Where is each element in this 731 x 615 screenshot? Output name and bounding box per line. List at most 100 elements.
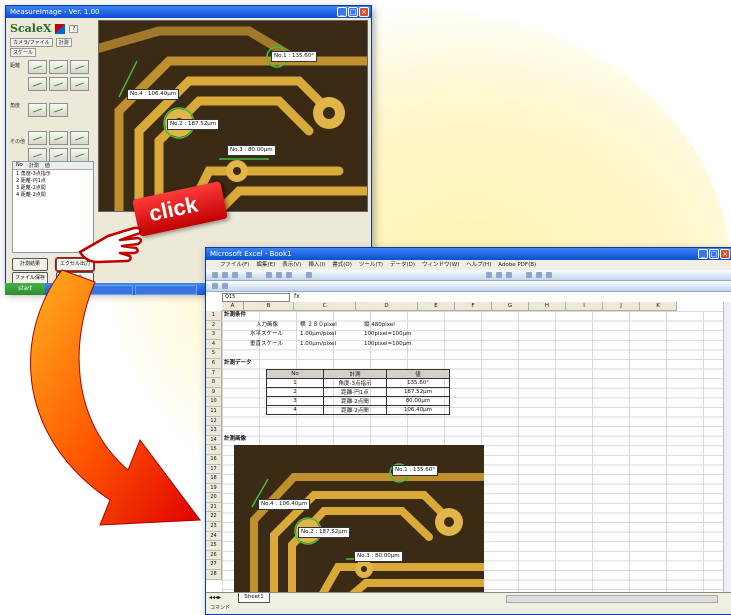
row-header[interactable]: 20	[206, 493, 222, 503]
column-header[interactable]: H	[529, 302, 566, 311]
sheet-nav-arrows-icon[interactable]: ◂◂◂▸	[209, 594, 221, 601]
embedded-pcb-image[interactable]: No.1 : 135.60° No.2 : 187.52μm No.3 : 80…	[234, 445, 484, 592]
row-header[interactable]: 19	[206, 483, 222, 494]
condition-label: 垂直スケール	[250, 341, 284, 347]
cut-icon[interactable]	[266, 272, 272, 278]
row-header[interactable]: 5	[206, 349, 222, 359]
row-header[interactable]: 17	[206, 464, 222, 475]
row-header[interactable]: 23	[206, 522, 222, 532]
row-header[interactable]: 7	[206, 368, 222, 379]
menu-insert[interactable]: 挿入(I)	[308, 260, 325, 270]
open-icon[interactable]	[222, 272, 228, 278]
table-cell: 角度-3点指示	[323, 378, 387, 388]
menu-edit[interactable]: 編集(E)	[256, 260, 275, 270]
column-header[interactable]: G	[492, 302, 529, 311]
row-header[interactable]: 18	[206, 474, 222, 484]
menu-format[interactable]: 書式(O)	[332, 260, 352, 270]
column-header[interactable]: F	[455, 302, 492, 311]
row-header[interactable]: 6	[206, 358, 222, 369]
cell-grid[interactable]: 計測条件 入力画像 横 ２８０pixel 縦 480pixel 水平スケール 1…	[222, 311, 724, 592]
excel-titlebar: Microsoft Excel - Book1 _ □ ×	[206, 248, 731, 260]
row-header[interactable]: 4	[206, 339, 222, 350]
align-left-icon[interactable]	[526, 272, 532, 278]
row-header[interactable]: 3	[206, 330, 222, 340]
copy-icon[interactable]	[276, 272, 282, 278]
save-icon[interactable]	[232, 272, 238, 278]
row-header[interactable]: 13	[206, 426, 222, 436]
row-header[interactable]: 28	[206, 570, 222, 580]
column-header[interactable]: A	[222, 302, 244, 311]
table-cell: 135.60°	[386, 378, 450, 388]
status-bar: コマンド	[206, 603, 731, 614]
row-header[interactable]: 26	[206, 550, 222, 561]
table-cell: 距離-2点間	[323, 405, 387, 415]
column-headers: A B C D E F G H I J K	[222, 302, 677, 311]
menu-help[interactable]: ヘルプ(H)	[466, 260, 491, 270]
italic-icon[interactable]	[496, 272, 502, 278]
menu-tools[interactable]: ツール(T)	[359, 260, 383, 270]
review-icon[interactable]	[212, 283, 218, 289]
row-header[interactable]: 1	[206, 311, 222, 321]
table-row: 4 距離-2点間 106.40μm	[266, 405, 450, 415]
maximize-icon[interactable]: □	[709, 249, 719, 259]
align-center-icon[interactable]	[536, 272, 542, 278]
excel-menubar: ファイル(F) 編集(E) 表示(V) 挿入(I) 書式(O) ツール(T) デ…	[206, 260, 731, 270]
condition-value-c: 1.00μm/pixel	[300, 331, 336, 337]
paste-icon[interactable]	[286, 272, 292, 278]
comment-icon[interactable]	[222, 283, 228, 289]
horizontal-scrollbar[interactable]	[506, 595, 718, 603]
column-header[interactable]: I	[566, 302, 603, 311]
underline-icon[interactable]	[506, 272, 512, 278]
column-header[interactable]: C	[294, 302, 356, 311]
column-header[interactable]: J	[603, 302, 640, 311]
row-header[interactable]: 8	[206, 378, 222, 388]
excel-title: Microsoft Excel - Book1	[210, 250, 292, 258]
measurement-label: No.4 : 106.40μm	[258, 499, 311, 510]
menu-window[interactable]: ウィンドウ(W)	[422, 260, 459, 270]
print-icon[interactable]	[246, 272, 252, 278]
menu-file[interactable]: ファイル(F)	[220, 260, 249, 270]
align-right-icon[interactable]	[546, 272, 552, 278]
section-title-conditions: 計測条件	[224, 312, 247, 318]
close-icon[interactable]: ×	[720, 249, 730, 259]
row-header[interactable]: 10	[206, 397, 222, 407]
new-icon[interactable]	[212, 272, 218, 278]
sheet-tab-sheet1[interactable]: Sheet1	[238, 593, 270, 603]
row-header[interactable]: 9	[206, 387, 222, 398]
condition-label: 水平スケール	[250, 331, 284, 337]
row-header[interactable]: 16	[206, 454, 222, 465]
column-header[interactable]: E	[418, 302, 455, 311]
click-callout-label: click	[146, 191, 200, 227]
column-header[interactable]: B	[244, 302, 294, 311]
menu-view[interactable]: 表示(V)	[282, 260, 301, 270]
table-row: 2 距離-円1点 187.52μm	[266, 387, 450, 397]
row-header[interactable]: 12	[206, 416, 222, 427]
row-header[interactable]: 14	[206, 435, 222, 446]
row-header[interactable]: 21	[206, 502, 222, 513]
menu-adobe-pdf[interactable]: Adobe PDF(B)	[498, 260, 536, 270]
minimize-icon[interactable]: _	[698, 249, 708, 259]
sheet-tabs: ◂◂◂▸ Sheet1	[206, 592, 731, 603]
row-header[interactable]: 24	[206, 531, 222, 542]
row-header[interactable]: 25	[206, 541, 222, 551]
row-header[interactable]: 11	[206, 406, 222, 417]
row-header[interactable]: 2	[206, 320, 222, 331]
measurement-table: No 計測 値 1 角度-3点指示 135.60° 2 距離-円1点 187.5…	[266, 369, 450, 415]
table-header: 計測	[323, 369, 387, 379]
menu-data[interactable]: データ(D)	[390, 260, 415, 270]
undo-icon[interactable]	[306, 272, 312, 278]
table-cell: 4	[266, 405, 324, 415]
name-box[interactable]: Q15	[222, 293, 290, 302]
table-cell: 187.52μm	[386, 387, 450, 397]
table-cell: 距離-円1点	[323, 387, 387, 397]
row-header[interactable]: 27	[206, 560, 222, 571]
spreadsheet-grid[interactable]: A B C D E F G H I J K 1 2 3 4 5 6 7 8 9 10 11 12 13 1…	[206, 302, 724, 592]
bold-icon[interactable]	[486, 272, 492, 278]
column-header[interactable]: D	[356, 302, 418, 311]
table-cell: 80.00μm	[386, 396, 450, 406]
row-header[interactable]: 22	[206, 512, 222, 523]
row-header[interactable]: 15	[206, 445, 222, 455]
column-header[interactable]: K	[640, 302, 677, 311]
vertical-scrollbar[interactable]	[723, 302, 731, 592]
table-header: No	[266, 369, 324, 379]
